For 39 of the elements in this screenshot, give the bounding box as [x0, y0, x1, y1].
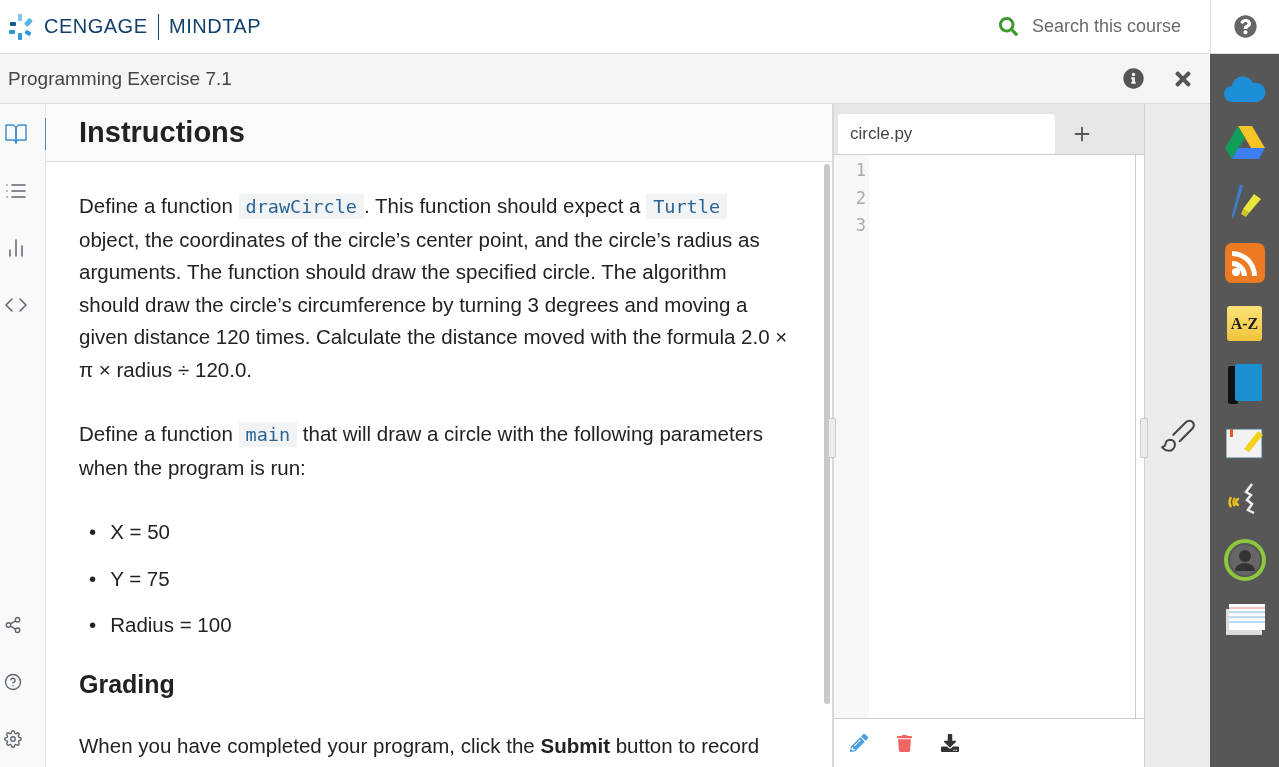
- notebook-icon[interactable]: [1225, 427, 1264, 459]
- flashcards-icon[interactable]: [1224, 604, 1265, 636]
- bullet: •: [89, 612, 97, 638]
- instruction-paragraph: Define a function main that will draw a circle with the following parameters when the program is run:: [79, 421, 765, 481]
- parameter-item: Y = 75: [110, 565, 170, 592]
- line-number: 3: [855, 214, 866, 237]
- instruction-paragraph: When you have completed your program, click the Submit button to record: [79, 733, 761, 759]
- instructions-heading: Instructions: [46, 104, 832, 162]
- avatar-icon[interactable]: [1223, 539, 1266, 581]
- resize-handle[interactable]: [1140, 418, 1148, 458]
- trash-icon[interactable]: [896, 734, 913, 752]
- logo-icon: [8, 13, 34, 40]
- settings-icon[interactable]: [4, 730, 22, 748]
- glossary-icon[interactable]: A-Z: [1227, 306, 1262, 341]
- share-icon[interactable]: [4, 616, 22, 634]
- line-number: 1: [855, 159, 866, 182]
- pencil-icon[interactable]: [850, 734, 868, 752]
- resize-handle[interactable]: [828, 418, 836, 458]
- rss-icon[interactable]: [1224, 243, 1265, 283]
- bullet: •: [89, 565, 97, 592]
- bullet: •: [89, 519, 97, 545]
- download-icon[interactable]: [941, 734, 959, 752]
- triangle-drive-icon[interactable]: [1224, 125, 1265, 159]
- section-heading: Grading: [79, 668, 176, 700]
- file-tab[interactable]: circle.py: [838, 114, 1055, 154]
- line-number: 2: [855, 186, 866, 210]
- product-name: MINDTAP: [169, 15, 262, 38]
- book-icon[interactable]: [4, 122, 28, 146]
- help-icon[interactable]: [1233, 15, 1257, 38]
- parameter-item: Radius = 100: [110, 612, 232, 638]
- activity-title: Programming Exercise 7.1: [8, 67, 232, 90]
- parameter-item: X = 50: [110, 519, 171, 545]
- instruction-paragraph: Define a function drawCircle . This function should expect a Turtle object, the coordinates of the circle’s center point, and the circle’s radius as arguments. The function should draw the specified circle. The algorithm should draw the circle’s circumference by turning 3 degrees and moving a given distance 120 times. Calculate the distance moved with the formula 2.0 × π × radius ÷ 120.0.: [79, 193, 788, 383]
- brand-name: CENGAGE: [44, 15, 148, 38]
- scrollbar-thumb[interactable]: [824, 164, 830, 704]
- help-icon[interactable]: [4, 673, 22, 691]
- book-icon[interactable]: [1227, 364, 1262, 404]
- info-icon[interactable]: [1123, 68, 1144, 89]
- search-icon[interactable]: [999, 17, 1018, 36]
